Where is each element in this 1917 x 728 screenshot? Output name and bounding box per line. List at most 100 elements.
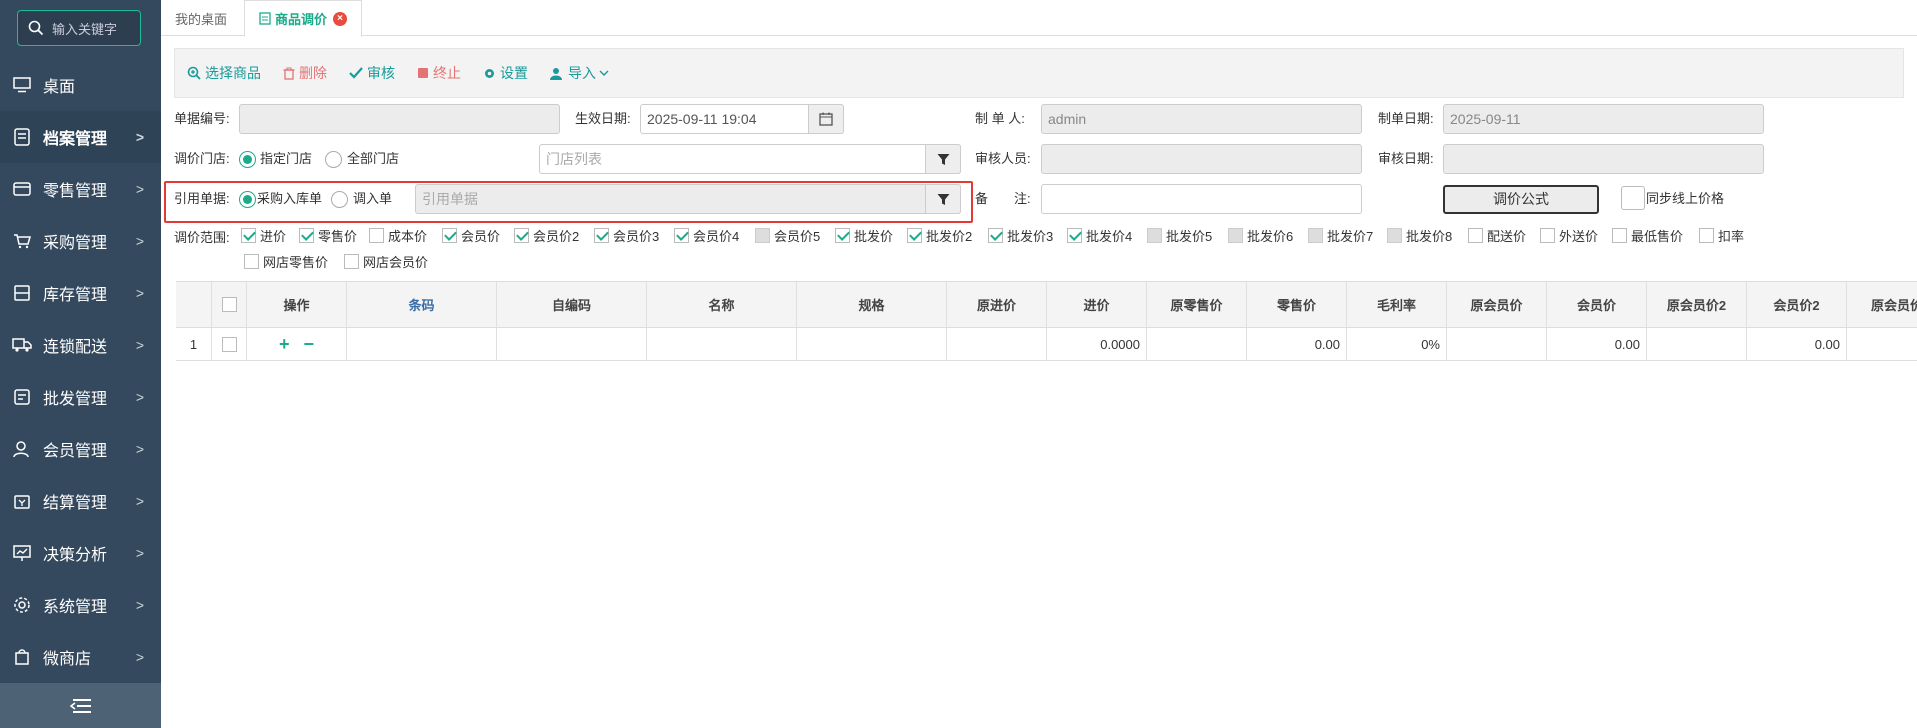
sidebar-item-label: 会员管理: [43, 443, 108, 460]
effective-date-field[interactable]: 2025-09-11 19:04: [640, 104, 844, 134]
monitor-icon: [12, 75, 32, 95]
price-range-option[interactable]: 批发价: [835, 226, 893, 244]
price-range-checkbox[interactable]: [907, 227, 922, 243]
sidebar-item-inventory[interactable]: 库存管理 >: [0, 267, 161, 319]
price-range-checkbox[interactable]: [299, 227, 314, 243]
terminate-button[interactable]: 终止: [417, 63, 461, 83]
price-range-checkbox[interactable]: [1540, 227, 1555, 243]
store-filter-button[interactable]: [925, 144, 961, 174]
price-range-option[interactable]: 批发价7: [1308, 226, 1373, 244]
price-range-checkbox[interactable]: [1612, 227, 1627, 243]
delete-button[interactable]: 删除: [283, 63, 327, 83]
price-range-option[interactable]: 会员价5: [755, 226, 820, 244]
price-range-option[interactable]: 会员价2: [514, 226, 579, 244]
sidebar-item-shop[interactable]: 微商店 >: [0, 631, 161, 683]
price-range-checkbox[interactable]: [1067, 227, 1082, 243]
price-range-checkbox[interactable]: [244, 253, 259, 269]
ref-transfer-radio[interactable]: [331, 191, 348, 208]
price-range-checkbox[interactable]: [514, 227, 529, 243]
sidebar-item-member[interactable]: 会员管理 >: [0, 423, 161, 475]
price-range-checkbox[interactable]: [344, 253, 359, 269]
price-range-option[interactable]: 会员价: [442, 226, 500, 244]
price-range-option[interactable]: 进价: [241, 226, 286, 244]
sidebar-collapse-button[interactable]: [0, 683, 161, 728]
price-range-checkbox[interactable]: [1228, 227, 1243, 243]
price-range-option[interactable]: 零售价: [299, 226, 357, 244]
reviewer-field: [1041, 144, 1362, 174]
col-barcode[interactable]: 条码: [347, 282, 497, 327]
price-range-checkbox[interactable]: [241, 227, 256, 243]
cell-barcode[interactable]: [347, 328, 497, 360]
price-range-option[interactable]: 批发价3: [988, 226, 1053, 244]
price-range-option[interactable]: 最低售价: [1612, 226, 1683, 244]
sidebar-item-archive[interactable]: 档案管理 >: [0, 111, 161, 163]
ref-doc-field[interactable]: 引用单据: [415, 184, 961, 214]
import-button[interactable]: 导入: [550, 63, 609, 83]
price-range-option[interactable]: 批发价2: [907, 226, 972, 244]
sidebar-item-purchase[interactable]: 采购管理 >: [0, 215, 161, 267]
price-range-option[interactable]: 批发价5: [1147, 226, 1212, 244]
price-range-option[interactable]: 批发价8: [1387, 226, 1452, 244]
row-checkbox[interactable]: [221, 336, 237, 352]
col-member: 会员价: [1547, 282, 1647, 327]
price-range-option[interactable]: 会员价3: [594, 226, 659, 244]
cell-cost[interactable]: 0.0000: [1047, 328, 1147, 360]
price-range-option[interactable]: 外送价: [1540, 226, 1598, 244]
price-range-checkbox[interactable]: [988, 227, 1003, 243]
price-range-checkbox[interactable]: [369, 227, 384, 243]
price-range-checkbox[interactable]: [835, 227, 850, 243]
price-range-checkbox[interactable]: [1699, 227, 1714, 243]
close-icon[interactable]: ×: [333, 11, 348, 26]
doc-no-field[interactable]: [239, 104, 560, 134]
price-range-option[interactable]: 网店会员价: [344, 252, 428, 270]
price-range-checkbox[interactable]: [1308, 227, 1323, 243]
cell-orig-retail: [1147, 328, 1247, 360]
remark-field[interactable]: [1041, 184, 1362, 214]
price-range-checkbox[interactable]: [755, 227, 770, 243]
select-product-button[interactable]: 选择商品: [187, 63, 261, 83]
select-all-checkbox[interactable]: [221, 297, 237, 312]
sidebar-item-wholesale[interactable]: 批发管理 >: [0, 371, 161, 423]
cell-member2[interactable]: 0.00: [1747, 328, 1847, 360]
sidebar-item-distribution[interactable]: 连锁配送 >: [0, 319, 161, 371]
sidebar-item-analysis[interactable]: 决策分析 >: [0, 527, 161, 579]
price-range-option[interactable]: 网店零售价: [244, 252, 328, 270]
price-range-option[interactable]: 扣率: [1699, 226, 1744, 244]
store-specified-radio[interactable]: [239, 151, 256, 168]
price-range-checkbox[interactable]: [1387, 227, 1402, 243]
sync-online-checkbox[interactable]: [1621, 186, 1645, 210]
tab-price-adjust[interactable]: 商品调价 ×: [244, 0, 363, 37]
sidebar-search[interactable]: 输入关键字: [17, 10, 141, 46]
ref-filter-button[interactable]: [925, 184, 961, 214]
sidebar-item-retail[interactable]: 零售管理 >: [0, 163, 161, 215]
price-range-checkbox[interactable]: [1147, 227, 1162, 243]
col-member2: 会员价2: [1747, 282, 1847, 327]
price-range-checkbox[interactable]: [1468, 227, 1483, 243]
select-product-label: 选择商品: [205, 65, 261, 81]
cell-retail[interactable]: 0.00: [1247, 328, 1347, 360]
price-range-checkbox[interactable]: [594, 227, 609, 243]
price-range-option[interactable]: 配送价: [1468, 226, 1526, 244]
ref-purchase-radio[interactable]: [239, 191, 256, 208]
cell-code: [497, 328, 647, 360]
sidebar-item-desktop[interactable]: 桌面: [0, 59, 161, 111]
price-range-option[interactable]: 批发价6: [1228, 226, 1293, 244]
price-range-checkbox[interactable]: [674, 227, 689, 243]
sidebar-item-system[interactable]: 系统管理 >: [0, 579, 161, 631]
price-range-checkbox[interactable]: [442, 227, 457, 243]
store-list-field[interactable]: 门店列表: [539, 144, 961, 174]
price-range-option[interactable]: 会员价4: [674, 226, 739, 244]
settings-button[interactable]: 设置: [483, 63, 528, 83]
cell-member[interactable]: 0.00: [1547, 328, 1647, 360]
store-all-radio[interactable]: [325, 151, 342, 168]
price-range-option[interactable]: 成本价: [369, 226, 427, 244]
price-formula-button[interactable]: 调价公式: [1443, 185, 1599, 214]
price-range-option[interactable]: 批发价4: [1067, 226, 1132, 244]
sidebar-item-settlement[interactable]: 结算管理 >: [0, 475, 161, 527]
approve-button[interactable]: 审核: [349, 63, 395, 83]
tab-my-desktop[interactable]: 我的桌面: [161, 0, 241, 36]
calendar-button[interactable]: [808, 104, 844, 134]
add-row-icon[interactable]: +: [279, 334, 290, 355]
remove-row-icon[interactable]: −: [304, 334, 315, 355]
approve-label: 审核: [367, 65, 395, 81]
